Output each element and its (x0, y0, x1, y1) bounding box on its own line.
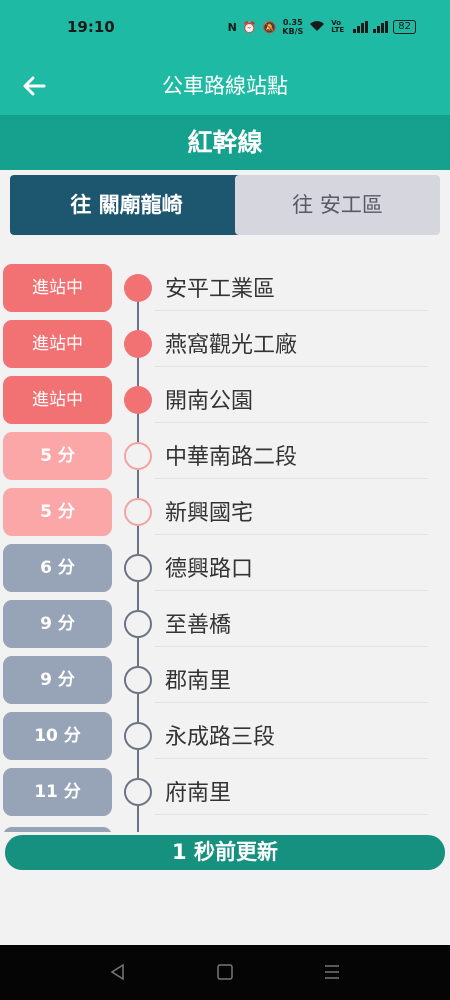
stop-name: 安平工業區 (165, 277, 276, 302)
stop-list[interactable]: 進站中 安平工業區 進站中 燕窩觀光工廠 進站中 開南公園 5 分 中華南路二段… (0, 255, 450, 832)
arrival-badge: 9 分 (3, 600, 112, 648)
battery-icon: 82 (393, 20, 416, 34)
volte-label: Vo LTE (331, 19, 345, 34)
stop-name: 永成路三段 (165, 725, 276, 750)
stop-row[interactable]: 6 分 德興路口 (0, 535, 450, 592)
alarm-icon: ⏰ (242, 20, 257, 34)
stop-dot (124, 274, 152, 302)
stop-dot (124, 722, 152, 750)
nav-recents-icon (325, 965, 339, 979)
stop-dot (124, 778, 152, 806)
divider (155, 814, 428, 815)
mute-icon: 🔕 (262, 20, 277, 34)
nav-back-icon (110, 963, 124, 981)
arrival-badge: 6 分 (3, 544, 112, 592)
stop-row[interactable]: 進站中 開南公園 (0, 367, 450, 424)
stop-dot (124, 498, 152, 526)
stop-row[interactable]: 進站中 燕窩觀光工廠 (0, 311, 450, 368)
stop-dot (124, 330, 152, 358)
stop-name: 燕窩觀光工廠 (165, 333, 298, 358)
app-bar: 公車路線站點 (0, 58, 450, 115)
stop-dot (124, 442, 152, 470)
stop-dot (124, 666, 152, 694)
stop-name: 中華南路二段 (165, 445, 298, 470)
arrival-badge-partial (3, 827, 112, 832)
wifi-icon (309, 20, 325, 35)
nav-back-button[interactable] (108, 962, 128, 982)
signal-icon (353, 21, 368, 33)
stop-name: 至善橋 (165, 613, 232, 638)
arrival-badge: 5 分 (3, 488, 112, 536)
page-title: 公車路線站點 (162, 74, 288, 98)
stop-dot (124, 554, 152, 582)
arrival-badge: 進站中 (3, 320, 112, 368)
system-nav-bar (0, 945, 450, 1000)
status-time: 19:10 (67, 18, 115, 36)
nav-home-icon (217, 964, 233, 980)
arrival-badge: 11 分 (3, 768, 112, 816)
net-speed: 0.35 KB/S (282, 18, 304, 36)
nav-recents-button[interactable] (322, 962, 342, 982)
stop-row[interactable]: 進站中 安平工業區 (0, 255, 450, 312)
arrival-badge: 9 分 (3, 656, 112, 704)
stop-row[interactable]: 11 分 府南里 (0, 759, 450, 816)
stop-name: 府南里 (165, 781, 232, 806)
stop-dot (124, 610, 152, 638)
stop-row[interactable]: 5 分 新興國宅 (0, 479, 450, 536)
arrival-badge: 10 分 (3, 712, 112, 760)
status-bar: 19:10 N ⏰ 🔕 0.35 KB/S Vo LTE 82 (0, 0, 450, 58)
direction-tab-2[interactable]: 往 安工區 (235, 175, 440, 235)
arrival-badge: 5 分 (3, 432, 112, 480)
stop-row[interactable]: 5 分 中華南路二段 (0, 423, 450, 480)
route-name: 紅幹線 (0, 115, 450, 170)
stop-row[interactable]: 9 分 郡南里 (0, 647, 450, 704)
stop-name: 德興路口 (165, 557, 254, 582)
stop-name: 新興國宅 (165, 501, 254, 526)
stop-name: 郡南里 (165, 669, 232, 694)
stop-row[interactable]: 9 分 至善橋 (0, 591, 450, 648)
stop-name: 開南公園 (165, 389, 254, 414)
status-icons: N ⏰ 🔕 0.35 KB/S Vo LTE 82 (228, 18, 416, 36)
update-status-button[interactable]: 1 秒前更新 (5, 835, 445, 870)
stop-dot (124, 386, 152, 414)
direction-tab-1[interactable]: 往 關廟龍崎 (10, 175, 243, 235)
nfc-icon: N (227, 20, 237, 34)
nav-home-button[interactable] (215, 962, 235, 982)
stop-row[interactable]: 10 分 永成路三段 (0, 703, 450, 760)
arrival-badge: 進站中 (3, 376, 112, 424)
signal-icon-2 (373, 21, 388, 33)
arrival-badge: 進站中 (3, 264, 112, 312)
